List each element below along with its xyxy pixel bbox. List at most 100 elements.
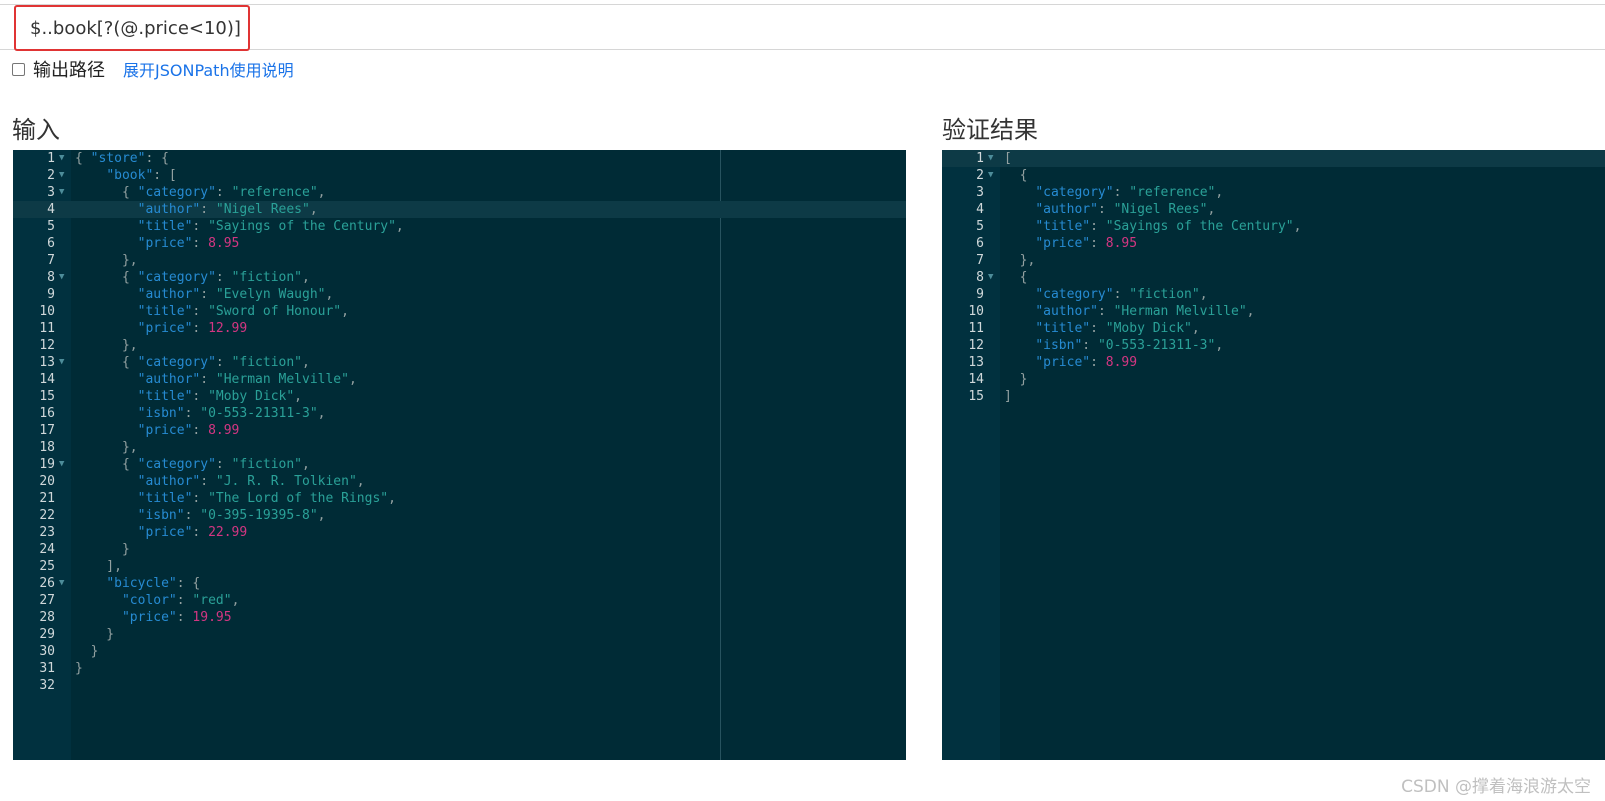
json-string: "reference" (231, 185, 318, 200)
fold-toggle-icon[interactable]: ▼ (59, 269, 64, 286)
code-line[interactable]: 15] (942, 388, 1605, 405)
code-line[interactable]: 11 "price": 12.99 (13, 320, 906, 337)
code-line[interactable]: 9 "category": "fiction", (942, 286, 1605, 303)
code-line[interactable]: 3 "category": "reference", (942, 184, 1605, 201)
code-text: } (1004, 371, 1028, 388)
code-line[interactable]: 18 }, (13, 439, 906, 456)
code-text: "price": 12.99 (75, 320, 248, 337)
code-line[interactable]: 21 "title": "The Lord of the Rings", (13, 490, 906, 507)
code-line[interactable]: 27 "color": "red", (13, 592, 906, 609)
code-text: "category": "reference", (1004, 184, 1223, 201)
code-line[interactable]: 12 "isbn": "0-553-21311-3", (942, 337, 1605, 354)
code-text: "book": [ (75, 167, 176, 184)
code-line[interactable]: 7 }, (942, 252, 1605, 269)
code-line[interactable]: 23 "price": 22.99 (13, 524, 906, 541)
code-line[interactable]: 4 "author": "Nigel Rees", (942, 201, 1605, 218)
fold-toggle-icon[interactable]: ▼ (59, 167, 64, 184)
jsonpath-query-input[interactable] (14, 5, 250, 51)
code-line[interactable]: 1 ▼ [ (942, 150, 1605, 167)
code-line[interactable]: 16 "isbn": "0-553-21311-3", (13, 405, 906, 422)
code-line[interactable]: 22 "isbn": "0-395-19395-8", (13, 507, 906, 524)
code-line[interactable]: 32 (13, 677, 906, 694)
code-text: "title": "Sayings of the Century", (75, 218, 404, 235)
code-line[interactable]: 8 ▼ { "category": "fiction", (13, 269, 906, 286)
code-line[interactable]: 20 "author": "J. R. R. Tolkien", (13, 473, 906, 490)
code-line[interactable]: 30 } (13, 643, 906, 660)
fold-toggle-icon[interactable]: ▼ (988, 150, 993, 167)
code-line[interactable]: 12 }, (13, 337, 906, 354)
line-number: 1 (976, 151, 984, 166)
json-punctuation: : { (145, 151, 169, 166)
json-string: "Moby Dick" (208, 389, 295, 404)
fold-toggle-icon[interactable]: ▼ (988, 167, 993, 184)
code-text: "price": 8.95 (1004, 235, 1137, 252)
code-text: "author": "Herman Melville", (1004, 303, 1254, 320)
code-line[interactable]: 19 ▼ { "category": "fiction", (13, 456, 906, 473)
code-text: { "category": "fiction", (75, 269, 310, 286)
fold-toggle-icon[interactable]: ▼ (59, 150, 64, 167)
code-line[interactable]: 5 "title": "Sayings of the Century", (942, 218, 1605, 235)
code-line[interactable]: 6 "price": 8.95 (13, 235, 906, 252)
line-number: 12 (39, 338, 55, 353)
code-line[interactable]: 25 ], (13, 558, 906, 575)
fold-toggle-icon[interactable]: ▼ (59, 575, 64, 592)
fold-toggle-icon[interactable]: ▼ (59, 354, 64, 371)
json-string: "red" (192, 593, 232, 608)
code-line[interactable]: 17 "price": 8.99 (13, 422, 906, 439)
line-number: 31 (39, 661, 55, 676)
code-line[interactable]: 9 "author": "Evelyn Waugh", (13, 286, 906, 303)
code-line[interactable]: 29 } (13, 626, 906, 643)
input-json-editor[interactable]: 1 ▼{ "store": {2 ▼ "book": [3 ▼ { "category… (13, 150, 906, 760)
json-key: "price" (1035, 355, 1091, 370)
code-line[interactable]: 8 ▼ { (942, 269, 1605, 286)
json-key: "price" (137, 423, 193, 438)
code-line[interactable]: 2 ▼ { (942, 167, 1605, 184)
code-text: "author": "Evelyn Waugh", (75, 286, 334, 303)
code-line[interactable]: 6 "price": 8.95 (942, 235, 1605, 252)
json-punctuation: { (1004, 168, 1028, 183)
json-punctuation: , (317, 508, 326, 523)
code-text: "title": "Moby Dick", (75, 388, 302, 405)
json-punctuation: : (200, 202, 216, 217)
code-line[interactable]: 7 }, (13, 252, 906, 269)
input-panel-title: 输入 (12, 116, 60, 144)
json-string: "0-395-19395-8" (200, 508, 318, 523)
output-path-checkbox[interactable] (12, 62, 25, 76)
line-number: 19 (39, 457, 55, 472)
result-json-editor[interactable]: 1 ▼[2 ▼ {3 "category": "reference", 4 "auth… (942, 150, 1605, 760)
json-key: "book" (106, 168, 154, 183)
json-punctuation: }, (75, 253, 138, 268)
code-text: "isbn": "0-553-21311-3", (1004, 337, 1223, 354)
fold-toggle-icon[interactable]: ▼ (988, 269, 993, 286)
code-line[interactable]: 13 "price": 8.99 (942, 354, 1605, 371)
toggle-help-link[interactable]: 展开JSONPath使用说明 (123, 57, 294, 81)
fold-toggle-icon[interactable]: ▼ (59, 456, 64, 473)
code-line[interactable]: 28 "price": 19.95 (13, 609, 906, 626)
json-punctuation (75, 423, 138, 438)
code-line[interactable]: 5 "title": "Sayings of the Century", (13, 218, 906, 235)
code-line[interactable]: 3 ▼ { "category": "reference", (13, 184, 906, 201)
json-string: "Sayings of the Century" (1105, 219, 1294, 234)
line-number: 27 (39, 593, 55, 608)
code-text: "title": "Moby Dick", (1004, 320, 1199, 337)
code-line[interactable]: 11 "title": "Moby Dick", (942, 320, 1605, 337)
json-punctuation: : (176, 593, 193, 608)
code-line[interactable]: 26 ▼ "bicycle": { (13, 575, 906, 592)
code-line[interactable]: 4 "author": "Nigel Rees", (13, 201, 906, 218)
code-line[interactable]: 14 } (942, 371, 1605, 388)
code-line[interactable]: 24 } (13, 541, 906, 558)
code-text: "price": 8.95 (75, 235, 240, 252)
code-line[interactable]: 15 "title": "Moby Dick", (13, 388, 906, 405)
code-line[interactable]: 10 "title": "Sword of Honour", (13, 303, 906, 320)
code-line[interactable]: 10 "author": "Herman Melville", (942, 303, 1605, 320)
json-punctuation: : (1082, 338, 1098, 353)
code-line[interactable]: 1 ▼ { "store": { (13, 150, 906, 167)
code-line[interactable]: 14 "author": "Herman Melville", (13, 371, 906, 388)
output-path-label[interactable]: 输出路径 (33, 56, 105, 82)
code-line[interactable]: 31} (13, 660, 906, 677)
fold-toggle-icon[interactable]: ▼ (59, 184, 64, 201)
line-number: 3 (47, 185, 55, 200)
code-line[interactable]: 13 ▼ { "category": "fiction", (13, 354, 906, 371)
code-text: } (75, 660, 83, 677)
code-line[interactable]: 2 ▼ "book": [ (13, 167, 906, 184)
